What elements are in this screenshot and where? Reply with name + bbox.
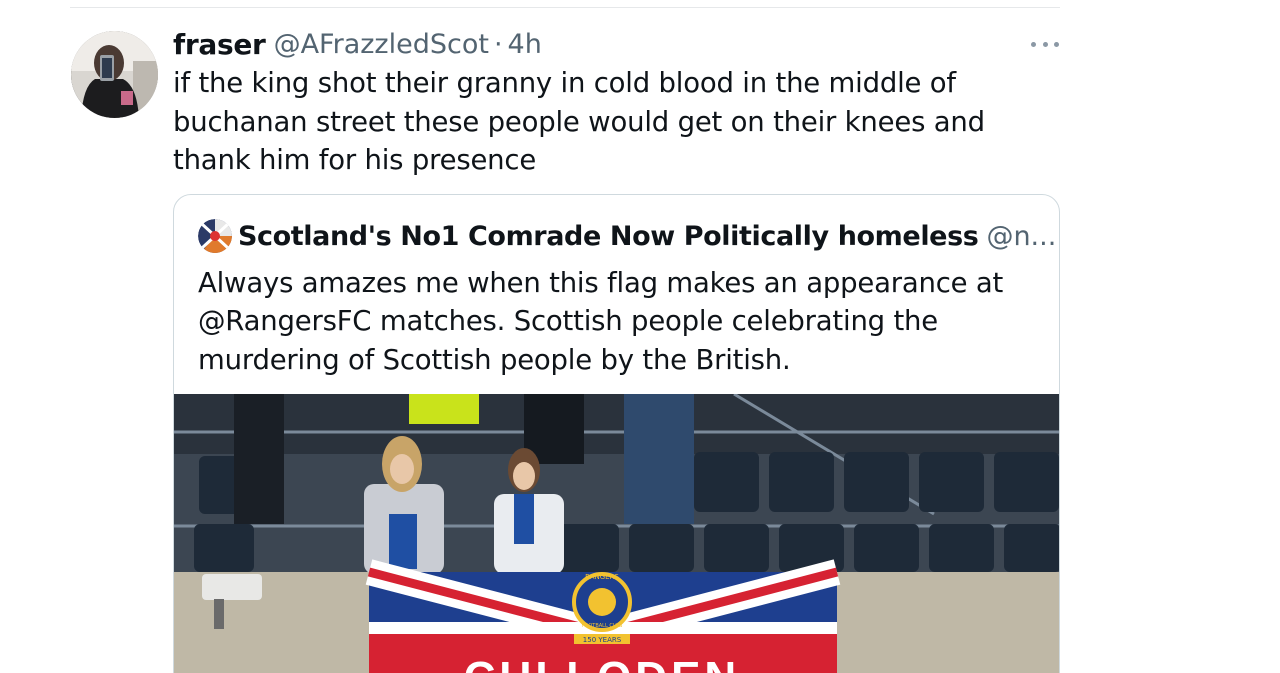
crest-text-bottom: FOOTBALL CLUB: [582, 623, 624, 629]
more-horizontal-icon[interactable]: [1031, 36, 1059, 52]
crest-years: 150 YEARS: [583, 636, 622, 644]
quoted-tweet-text: Always amazes me when this flag makes an…: [198, 267, 1004, 376]
more-dot: [1042, 41, 1048, 47]
quoted-tweet-photo[interactable]: RANGERS FOOTBALL CLUB 150 YEARS CULLODEN: [174, 392, 1059, 673]
avatar[interactable]: [71, 31, 158, 118]
crest-text-top: RANGERS: [585, 573, 619, 581]
flag-text: CULLODEN: [464, 653, 740, 673]
quoted-tweet-header: Scotland's No1 Comrade Now Politically h…: [198, 215, 1059, 257]
quoted-user-handle[interactable]: @n...: [986, 221, 1056, 252]
quoted-display-name[interactable]: Scotland's No1 Comrade Now Politically h…: [238, 221, 979, 252]
display-name[interactable]: fraser: [173, 28, 266, 61]
more-dot: [1054, 41, 1059, 47]
tweet-header: fraser @AFrazzledScot · 4h: [173, 24, 542, 64]
divider: [70, 7, 1060, 8]
more-dot: [1031, 41, 1036, 47]
quoted-tweet[interactable]: Scotland's No1 Comrade Now Politically h…: [173, 194, 1060, 673]
quoted-avatar[interactable]: [198, 219, 232, 253]
tweet-text: if the king shot their granny in cold bl…: [173, 67, 985, 176]
timestamp[interactable]: 4h: [508, 29, 542, 60]
user-handle[interactable]: @AFrazzledScot: [274, 29, 489, 60]
separator-dot: ·: [493, 28, 503, 60]
